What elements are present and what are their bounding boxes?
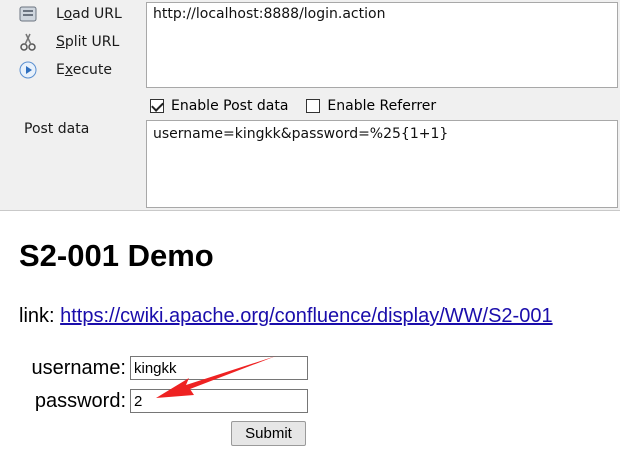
load-url-icon xyxy=(18,4,38,24)
enable-post-label: Enable Post data xyxy=(171,98,289,114)
execute-label: Execute xyxy=(56,62,113,78)
split-url-button[interactable]: Split URL xyxy=(18,30,119,54)
s2-001-link[interactable]: https://cwiki.apache.org/confluence/disp… xyxy=(60,305,552,327)
url-input[interactable]: http://localhost:8888/login.action xyxy=(146,2,618,88)
link-line: link: https://cwiki.apache.org/confluenc… xyxy=(19,305,553,328)
username-row: username: xyxy=(22,355,308,381)
link-prefix: link: xyxy=(19,305,61,327)
options-row: Enable Post data Enable Referrer xyxy=(150,96,454,116)
hackbar-panel: Load URL Split URL Execute http://localh… xyxy=(0,0,620,211)
execute-button[interactable]: Execute xyxy=(18,58,112,82)
split-url-label-accesskey: S xyxy=(56,34,65,50)
username-label: username: xyxy=(31,356,127,379)
split-url-icon xyxy=(18,32,38,52)
post-data-input[interactable]: username=kingkk&password=%25{1+1} xyxy=(146,120,618,208)
password-field[interactable] xyxy=(130,389,308,413)
execute-label-accesskey: x xyxy=(64,62,73,78)
post-data-label: Post data xyxy=(24,121,90,137)
load-url-label: Load URL xyxy=(56,6,122,22)
load-url-button[interactable]: Load URL xyxy=(18,2,122,26)
page-title: S2-001 Demo xyxy=(19,238,214,273)
submit-button[interactable]: Submit xyxy=(231,421,306,446)
split-url-label: Split URL xyxy=(56,34,120,50)
enable-post-checkbox[interactable] xyxy=(150,99,164,113)
username-field[interactable] xyxy=(130,356,308,380)
enable-referrer-label: Enable Referrer xyxy=(327,98,437,114)
password-label: password: xyxy=(34,389,126,412)
password-row: password: xyxy=(22,388,308,414)
enable-post-option[interactable]: Enable Post data xyxy=(150,98,288,114)
enable-referrer-checkbox[interactable] xyxy=(306,99,321,113)
execute-icon xyxy=(18,60,38,80)
enable-referrer-option[interactable]: Enable Referrer xyxy=(306,98,436,114)
load-url-label-accesskey: o xyxy=(63,6,73,22)
